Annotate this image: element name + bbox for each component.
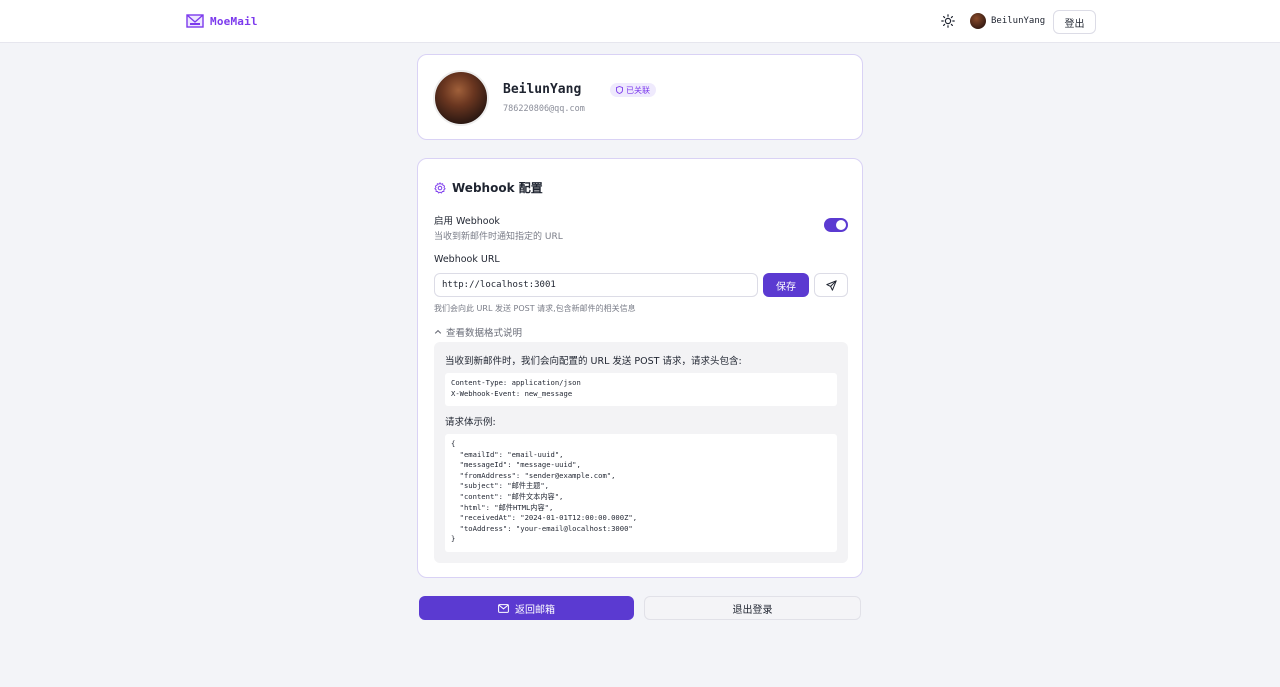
mail-logo-icon (186, 14, 204, 28)
gear-icon (434, 181, 446, 193)
user-chip[interactable]: BeilunYang (970, 13, 1045, 29)
user-name: BeilunYang (991, 16, 1046, 26)
brand[interactable]: MoeMail (186, 13, 258, 29)
webhook-url-input[interactable] (434, 273, 758, 297)
linked-badge: 已关联 (610, 83, 656, 97)
profile-name: BeilunYang (503, 82, 582, 97)
docs-toggle[interactable]: 查看数据格式说明 (434, 325, 522, 339)
enable-webhook-description: 当收到新邮件时通知指定的 URL (434, 232, 563, 242)
docs-toggle-label: 查看数据格式说明 (446, 328, 523, 339)
send-icon (825, 279, 837, 291)
webhook-title: Webhook 配置 (434, 179, 543, 196)
profile-card: BeilunYang 已关联 786220806@qq.com (417, 54, 863, 140)
docs-intro: 当收到新邮件时，我们会向配置的 URL 发送 POST 请求，请求头包含: (445, 356, 742, 367)
chevron-up-icon (434, 329, 442, 334)
brand-name: MoeMail (210, 14, 258, 28)
linked-badge-label: 已关联 (626, 85, 650, 95)
webhook-url-label: Webhook URL (434, 254, 500, 265)
logout-button[interactable]: 登出 (1053, 10, 1096, 34)
save-button[interactable]: 保存 (763, 273, 809, 297)
back-to-mailbox-label: 返回邮箱 (515, 604, 555, 616)
webhook-url-hint: 我们会向此 URL 发送 POST 请求,包含新邮件的相关信息 (434, 304, 636, 313)
profile-avatar (433, 70, 489, 126)
docs-panel: 当收到新邮件时，我们会向配置的 URL 发送 POST 请求，请求头包含: Co… (434, 342, 848, 563)
mail-icon (498, 603, 509, 613)
profile-email: 786220806@qq.com (503, 104, 585, 114)
sun-icon (941, 14, 955, 28)
webhook-title-text: Webhook 配置 (452, 181, 543, 195)
shield-icon (616, 86, 623, 94)
top-bar: MoeMail BeilunYang 登出 (0, 0, 1280, 43)
send-test-button[interactable] (814, 273, 848, 297)
webhook-card: Webhook 配置 启用 Webhook 当收到新邮件时通知指定的 URL W… (417, 158, 863, 578)
avatar (970, 13, 986, 29)
back-to-mailbox-button[interactable]: 返回邮箱 (419, 596, 634, 620)
sign-out-button[interactable]: 退出登录 (644, 596, 861, 620)
theme-toggle-button[interactable] (939, 12, 957, 30)
docs-body-label: 请求体示例: (445, 417, 496, 428)
enable-webhook-toggle[interactable] (824, 218, 848, 232)
headers-code-block: Content-Type: application/json X-Webhook… (445, 373, 837, 406)
enable-webhook-label: 启用 Webhook (434, 216, 500, 227)
body-code-block: { "emailId": "email-uuid", "messageId": … (445, 434, 837, 552)
